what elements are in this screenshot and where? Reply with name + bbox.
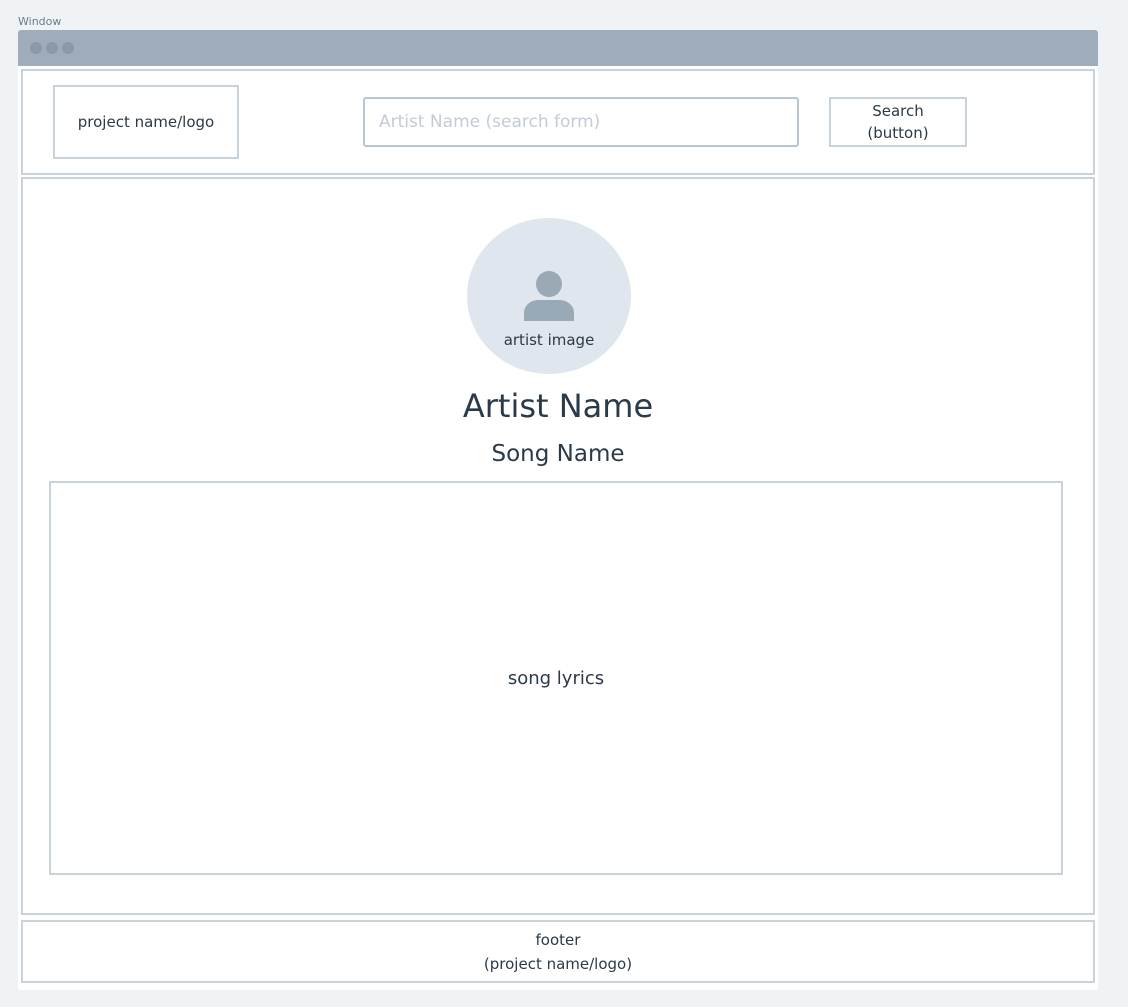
artist-image-label: artist image [503,331,595,349]
artist-search-input[interactable] [363,97,799,147]
user-silhouette-icon [524,271,574,321]
song-lyrics-text: song lyrics [507,667,605,689]
window-close-dot[interactable] [30,42,42,54]
window-minimize-dot[interactable] [46,42,58,54]
header: project name/logo Search (button) [21,69,1095,175]
artist-name-heading: Artist Name [462,387,654,425]
main-content: artist image Artist Name Song Name song … [21,177,1095,915]
search-button[interactable]: Search (button) [829,97,967,147]
footer-text: footer (project name/logo) [483,930,633,973]
artist-image: artist image [467,218,631,374]
window-titlebar [18,30,1098,66]
browser-window: project name/logo Search (button) artist… [18,30,1098,990]
song-name-heading: Song Name [491,441,625,467]
song-lyrics-panel: song lyrics [49,481,1063,875]
project-logo[interactable]: project name/logo [53,85,239,159]
footer: footer (project name/logo) [21,920,1095,983]
window-maximize-dot[interactable] [62,42,74,54]
canvas-label: Window [18,15,62,28]
